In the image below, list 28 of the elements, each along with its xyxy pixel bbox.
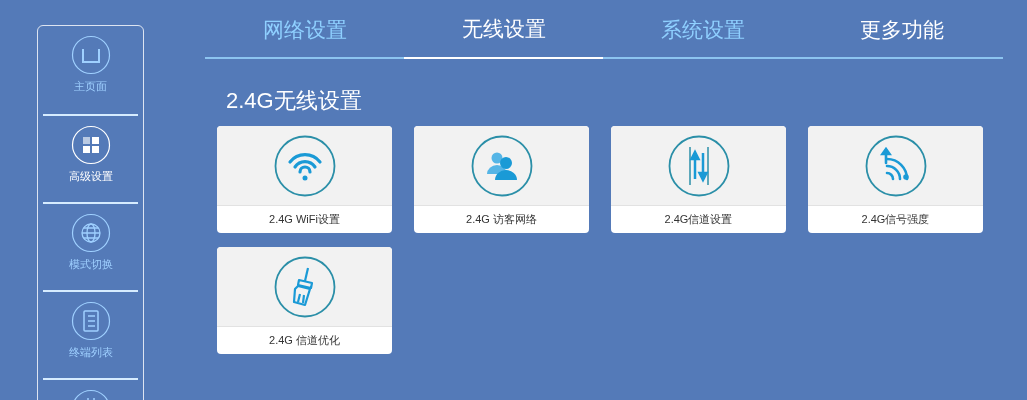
router-icon	[70, 35, 111, 75]
feature-card[interactable]: 2.4G WiFi设置	[217, 126, 392, 233]
apps-icon	[70, 125, 111, 165]
card-label: 2.4G 信道优化	[269, 333, 340, 349]
card-label: 2.4G信号强度	[861, 212, 930, 228]
tab[interactable]: 网络设置	[205, 0, 404, 59]
wifi-icon	[273, 134, 336, 197]
card-label: 2.4G WiFi设置	[269, 212, 340, 228]
card-label: 2.4G信道设置	[664, 212, 733, 228]
sidebar-item[interactable]: 模式切换	[43, 202, 138, 290]
feature-card[interactable]: 2.4G信道设置	[611, 126, 786, 233]
signal-boost-icon	[864, 134, 927, 197]
tab[interactable]: 系统设置	[603, 0, 802, 59]
sidebar-item[interactable]: 主页面	[43, 26, 138, 114]
globe-icon	[70, 213, 111, 253]
feature-card[interactable]: 2.4G 访客网络	[414, 126, 589, 233]
feature-card[interactable]: 2.4G 信道优化	[217, 247, 392, 354]
sidebar-item[interactable]: 高级设置	[43, 114, 138, 202]
tab[interactable]: 无线设置	[404, 0, 603, 59]
up-down-arrows-icon	[667, 134, 730, 197]
feature-card[interactable]: 2.4G信号强度	[808, 126, 983, 233]
list-icon	[70, 301, 111, 341]
section-title: 2.4G无线设置	[226, 87, 363, 115]
tab[interactable]: 更多功能	[802, 0, 1001, 59]
users-icon	[470, 134, 533, 197]
brush-icon	[273, 255, 336, 318]
sidebar-item[interactable]: 终端列表	[43, 290, 138, 378]
card-label: 2.4G 访客网络	[466, 212, 537, 228]
